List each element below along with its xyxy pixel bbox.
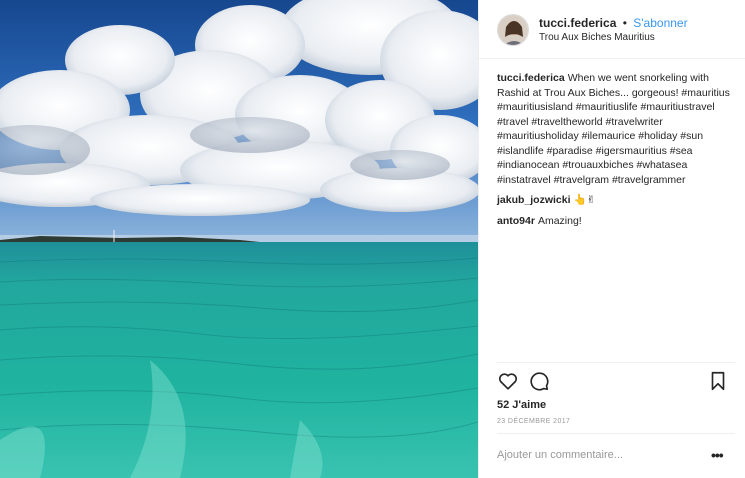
heart-icon[interactable]	[497, 370, 519, 392]
separator-dot: •	[622, 16, 627, 30]
comments-list: tucci.federica When we went snorkeling wi…	[497, 71, 737, 234]
action-bar	[495, 370, 731, 392]
comment-icon[interactable]	[528, 370, 550, 392]
bookmark-icon[interactable]	[707, 370, 729, 392]
post-side-panel: tucci.federica • S'abonner Trou Aux Bich…	[478, 0, 745, 478]
username-link[interactable]: tucci.federica	[539, 16, 616, 30]
post-header: tucci.federica • S'abonner Trou Aux Bich…	[497, 14, 745, 48]
comment-text: Amazing!	[537, 214, 582, 227]
list-item: jakub_jozwicki 👆✌	[497, 193, 737, 208]
more-options-button[interactable]: •••	[711, 447, 724, 463]
location-link[interactable]: Trou Aux Biches Mauritius	[539, 32, 655, 43]
post-photo[interactable]	[0, 0, 478, 478]
comment-username-link[interactable]: jakub_jozwicki	[497, 194, 571, 206]
post-date: 23 DÉCEMBRE 2017	[497, 418, 571, 425]
divider	[479, 58, 745, 59]
comment-text: When we went snorkeling with Rashid at T…	[497, 72, 730, 186]
comment-username-link[interactable]: anto94r	[497, 215, 535, 227]
follow-button[interactable]: S'abonner	[633, 16, 687, 30]
user-line: tucci.federica • S'abonner	[539, 16, 688, 30]
add-comment-input[interactable]	[497, 446, 687, 464]
list-item: anto94r Amazing!	[497, 214, 737, 229]
comment-text: 👆✌	[573, 194, 596, 206]
sea-and-sky-image	[0, 0, 478, 478]
likes-count[interactable]: 52 J'aime	[497, 399, 546, 411]
comment-username-link[interactable]: tucci.federica	[497, 72, 565, 84]
caption-comment: tucci.federica When we went snorkeling wi…	[497, 71, 737, 187]
divider	[497, 362, 735, 363]
divider	[497, 433, 735, 434]
avatar[interactable]	[497, 14, 529, 46]
